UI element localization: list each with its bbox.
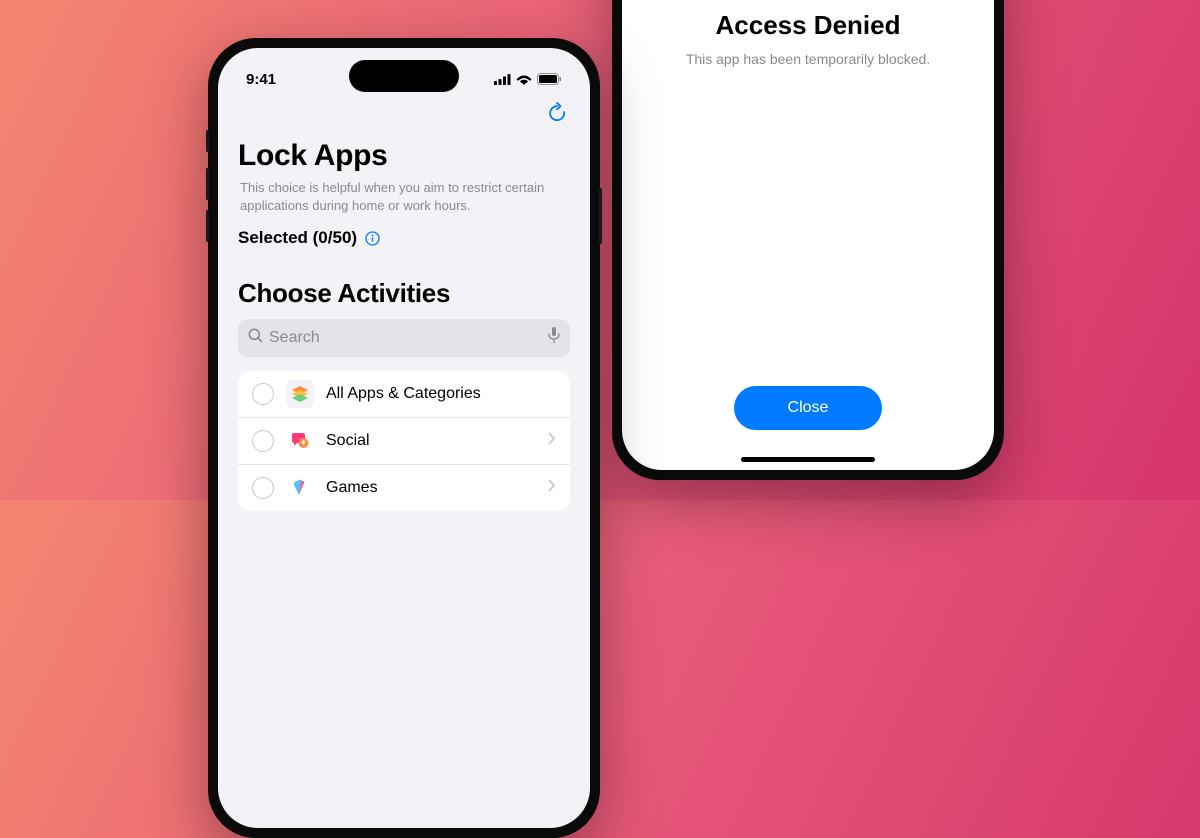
- status-time: 9:41: [246, 71, 276, 88]
- wifi-icon: [516, 74, 532, 85]
- phone-mockup-right: Access Denied This app has been temporar…: [612, 0, 1004, 480]
- home-indicator[interactable]: [741, 457, 875, 462]
- dynamic-island: [349, 60, 459, 92]
- activities-list: All Apps & Categories Social: [238, 371, 570, 511]
- list-item-label: Games: [326, 479, 536, 497]
- nav-bar: [218, 96, 590, 135]
- refresh-icon[interactable]: [548, 102, 568, 129]
- radio-button[interactable]: [252, 383, 274, 405]
- radio-button[interactable]: [252, 477, 274, 499]
- section-title: Choose Activities: [238, 278, 570, 309]
- denied-title: Access Denied: [716, 10, 901, 41]
- social-icon: [286, 427, 314, 455]
- phone-screen: 9:41 Lock Apps This choice is helpful wh…: [218, 48, 590, 828]
- page-subtitle: This choice is helpful when you aim to r…: [238, 179, 570, 214]
- phone-mockup-left: 9:41 Lock Apps This choice is helpful wh…: [208, 38, 600, 838]
- search-input[interactable]: [269, 329, 542, 347]
- info-icon[interactable]: [365, 231, 380, 246]
- selected-count-row: Selected (0/50): [238, 228, 570, 248]
- chevron-right-icon: [548, 479, 556, 497]
- list-item-label: All Apps & Categories: [326, 385, 556, 403]
- list-item-all-apps[interactable]: All Apps & Categories: [238, 371, 570, 418]
- lock-apps-screen: Lock Apps This choice is helpful when yo…: [218, 135, 590, 515]
- close-button[interactable]: Close: [734, 386, 883, 430]
- page-title: Lock Apps: [238, 139, 570, 173]
- list-item-label: Social: [326, 432, 536, 450]
- list-item-games[interactable]: Games: [238, 465, 570, 511]
- status-icons: [494, 73, 562, 85]
- list-item-social[interactable]: Social: [238, 418, 570, 465]
- phone-screen: Access Denied This app has been temporar…: [622, 0, 994, 470]
- battery-icon: [537, 73, 562, 85]
- search-icon: [248, 328, 263, 348]
- selected-label: Selected (0/50): [238, 228, 357, 248]
- games-icon: [286, 474, 314, 502]
- access-denied-screen: Access Denied This app has been temporar…: [622, 0, 994, 470]
- denied-subtitle: This app has been temporarily blocked.: [686, 51, 930, 67]
- radio-button[interactable]: [252, 430, 274, 452]
- mic-icon[interactable]: [548, 327, 560, 349]
- search-field[interactable]: [238, 319, 570, 357]
- cellular-icon: [494, 74, 511, 85]
- chevron-right-icon: [548, 432, 556, 450]
- stack-icon: [286, 380, 314, 408]
